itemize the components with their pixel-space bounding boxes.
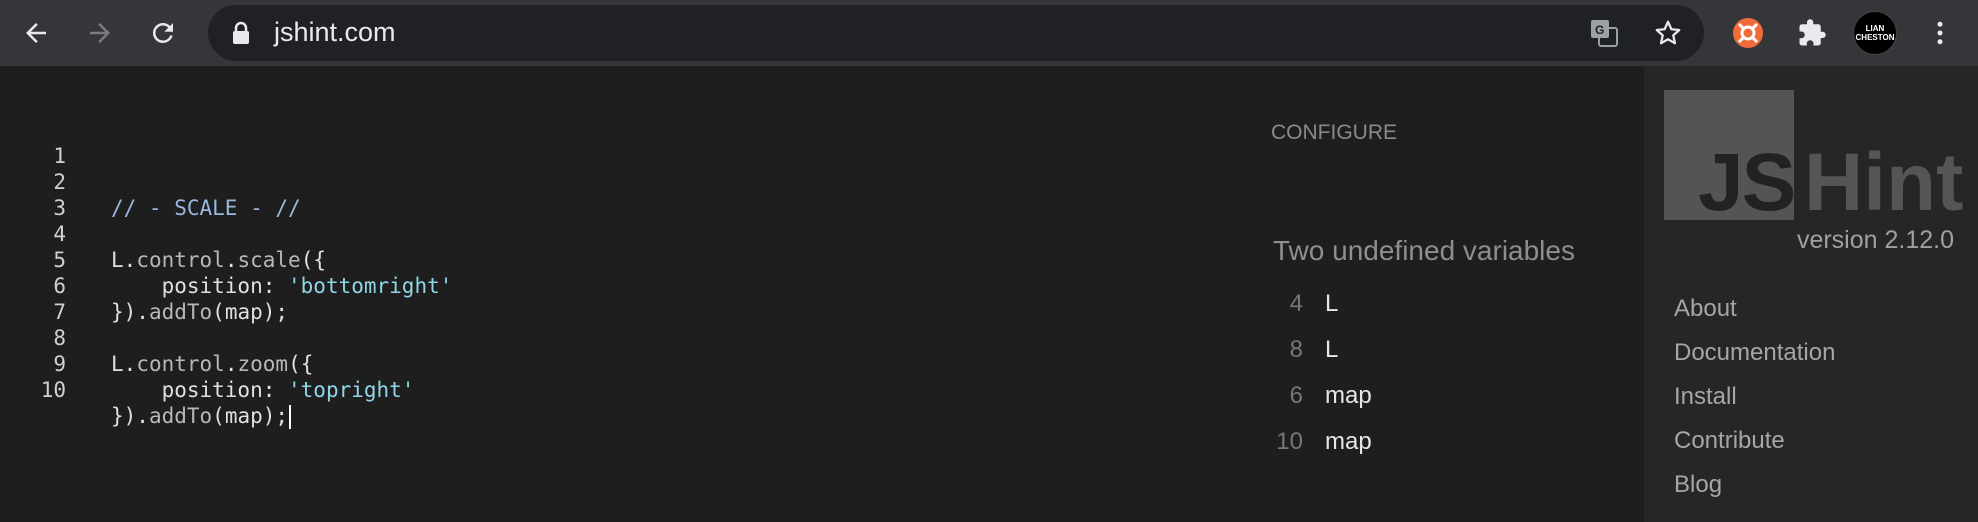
code-comment: // - SCALE - //: [111, 196, 301, 220]
forward-button[interactable]: [80, 13, 120, 53]
star-icon: [1655, 20, 1681, 45]
error-line-number: 8: [1289, 336, 1303, 363]
forward-arrow-icon: [90, 23, 110, 43]
code-text: L.control.scale({: [111, 248, 326, 272]
error-variable: map: [1325, 382, 1372, 409]
browser-menu-button[interactable]: [1920, 13, 1960, 53]
translate-icon: G: [1591, 20, 1618, 47]
code-line: 3: [0, 169, 66, 220]
text-cursor: [289, 405, 292, 429]
code-text: }).addTo(map);: [111, 300, 289, 324]
address-bar[interactable]: jshint.com G: [208, 5, 1704, 61]
browser-toolbar: jshint.com G LIAN CHESTON: [0, 0, 1978, 66]
nav-install[interactable]: Install: [1674, 383, 1737, 411]
sidebar: JS Hint version 2.12.0 About Documentati…: [1644, 66, 1978, 522]
error-row[interactable]: 10 map: [1263, 426, 1371, 458]
version-label: version 2.12.0: [1796, 226, 1954, 254]
code-text: position: 'bottomright': [161, 274, 453, 298]
code-text: position: 'topright': [161, 378, 415, 402]
lock-icon: [233, 21, 249, 44]
code-text: }).addTo(map);: [111, 403, 292, 429]
reload-button[interactable]: [143, 13, 183, 53]
bookmark-star-button[interactable]: [1648, 13, 1688, 53]
logo-js-text: JS: [1698, 137, 1796, 228]
translate-button[interactable]: G: [1584, 13, 1624, 53]
code-line: 5 position: 'bottomright': [0, 221, 452, 298]
code-line: 1: [0, 117, 66, 168]
vertical-dots-icon: [1937, 21, 1943, 45]
url-text[interactable]: jshint.com: [274, 17, 396, 48]
code-line: 10 }).addTo(map);: [0, 351, 292, 429]
error-variable: map: [1325, 428, 1372, 455]
nav-blog[interactable]: Blog: [1674, 471, 1722, 499]
error-row[interactable]: 8 L: [1263, 334, 1339, 366]
reload-icon: [152, 22, 173, 43]
nav-documentation[interactable]: Documentation: [1674, 339, 1835, 367]
nav-contribute[interactable]: Contribute: [1674, 427, 1785, 455]
error-row[interactable]: 4 L: [1263, 288, 1339, 320]
code-line: 6 }).addTo(map);: [0, 247, 288, 324]
logo-hint-text: Hint: [1804, 137, 1964, 228]
line-number: 10: [40, 378, 66, 402]
svg-text:G: G: [1595, 23, 1604, 37]
code-line: 4 L.control.scale({: [0, 195, 326, 272]
error-line-number: 10: [1276, 428, 1303, 455]
error-line-number: 6: [1289, 382, 1303, 409]
back-arrow-icon: [26, 23, 46, 43]
code-line: 7: [0, 273, 66, 324]
error-variable: L: [1325, 290, 1339, 317]
code-line: 2 // - SCALE - //: [0, 143, 300, 220]
report-title: Two undefined variables: [1273, 235, 1575, 266]
puzzle-piece-icon: [1799, 19, 1826, 46]
error-row[interactable]: 6 map: [1263, 380, 1372, 412]
extension-button[interactable]: [1728, 13, 1768, 53]
nav-about[interactable]: About: [1674, 295, 1737, 323]
configure-button[interactable]: CONFIGURE: [1271, 121, 1397, 145]
error-variable: L: [1325, 336, 1339, 363]
code-line: 8 L.control.zoom({: [0, 299, 313, 376]
code-text: L.control.zoom({: [111, 352, 314, 376]
code-line: 9 position: 'topright': [0, 325, 414, 402]
extension-orange-icon: [1733, 18, 1763, 48]
extensions-button[interactable]: [1792, 13, 1832, 53]
code-editor[interactable]: 1 2 // - SCALE - // 3 4 L.control.scale(…: [0, 66, 1270, 522]
profile-avatar[interactable]: LIAN CHESTON: [1853, 11, 1897, 55]
back-button[interactable]: [16, 13, 56, 53]
error-line-number: 4: [1289, 290, 1303, 317]
